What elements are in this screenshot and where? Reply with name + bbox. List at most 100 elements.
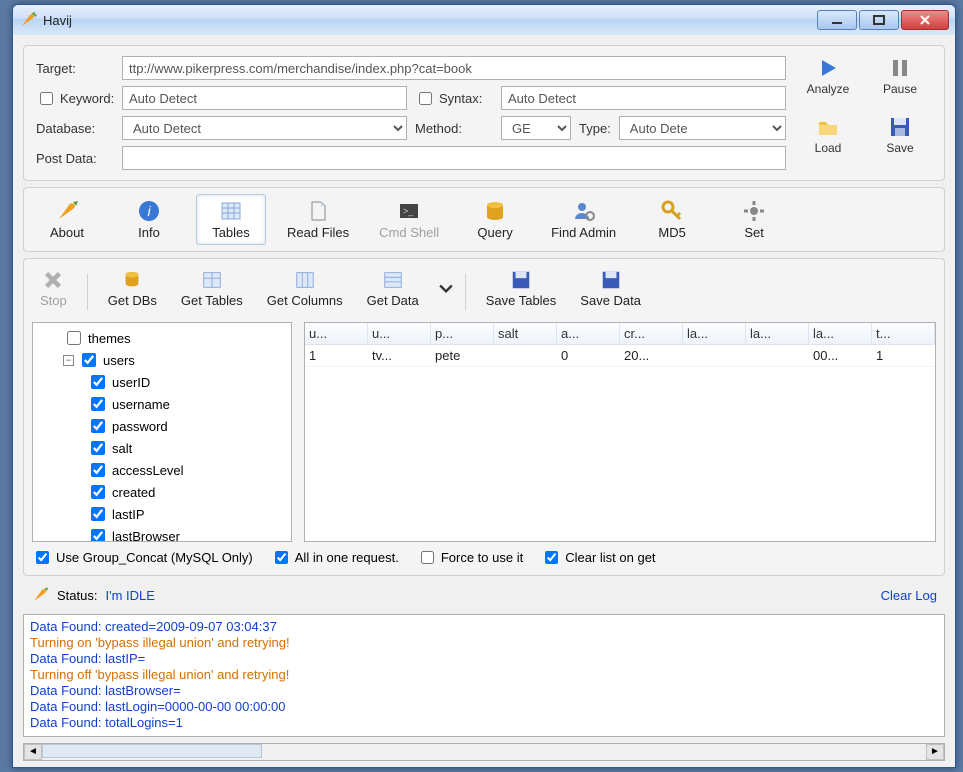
- type-select[interactable]: Auto Dete: [619, 116, 786, 140]
- grid-row[interactable]: 1tv...pete020...00...1: [305, 345, 935, 367]
- close-button[interactable]: [901, 10, 949, 30]
- gear-icon: [742, 199, 766, 223]
- tab-settings[interactable]: Set: [719, 194, 789, 245]
- target-input[interactable]: [122, 56, 786, 80]
- tree-col[interactable]: accessLevel: [35, 459, 289, 481]
- scroll-track[interactable]: [42, 744, 926, 760]
- gettables-button[interactable]: Get Tables: [173, 267, 251, 310]
- savedata-button[interactable]: Save Data: [572, 267, 649, 310]
- floppy3-icon: [600, 269, 622, 291]
- tab-about[interactable]: About: [32, 194, 102, 245]
- database-select[interactable]: Auto Detect: [122, 116, 407, 140]
- scroll-right-button[interactable]: ►: [926, 744, 944, 760]
- method-label: Method:: [415, 121, 493, 136]
- tree-col[interactable]: password: [35, 415, 289, 437]
- work-area: themes −users userID username password s…: [32, 322, 936, 542]
- load-button[interactable]: Load: [796, 115, 860, 155]
- file-icon: [306, 199, 330, 223]
- syntax-input[interactable]: [501, 86, 786, 110]
- tree-col[interactable]: lastIP: [35, 503, 289, 525]
- tab-query[interactable]: Query: [460, 194, 530, 245]
- stop-button[interactable]: Stop: [32, 267, 75, 310]
- options-row: Use Group_Concat (MySQL Only) All in one…: [32, 548, 936, 567]
- x-icon: [42, 269, 64, 291]
- play-icon: [816, 56, 840, 80]
- getcolumns-button[interactable]: Get Columns: [259, 267, 351, 310]
- grid-header[interactable]: u...u...p...salta...cr...la...la...la...…: [305, 323, 935, 345]
- maximize-button[interactable]: [859, 10, 899, 30]
- getdata-button[interactable]: Get Data: [359, 267, 427, 310]
- tables-icon: [219, 199, 243, 223]
- floppy-icon: [888, 115, 912, 139]
- method-select[interactable]: GE: [501, 116, 571, 140]
- force-check[interactable]: Force to use it: [417, 548, 523, 567]
- carrot2-icon: [31, 586, 49, 604]
- user-search-icon: [572, 199, 596, 223]
- svg-text:>_: >_: [403, 206, 414, 216]
- allinone-check[interactable]: All in one request.: [271, 548, 399, 567]
- keyword-input[interactable]: [122, 86, 407, 110]
- tree-col[interactable]: lastBrowser: [35, 525, 289, 542]
- tree-node-themes[interactable]: themes: [35, 327, 289, 349]
- postdata-label: Post Data:: [36, 151, 114, 166]
- keyword-check[interactable]: Keyword:: [36, 89, 114, 108]
- horizontal-scrollbar[interactable]: ◄ ►: [23, 743, 945, 761]
- app-window: Havij Target: Keyword: Syntax: Database:…: [12, 4, 956, 768]
- tree-col[interactable]: userID: [35, 371, 289, 393]
- columns-icon: [294, 269, 316, 291]
- type-label: Type:: [579, 121, 611, 136]
- terminal-icon: >_: [397, 199, 421, 223]
- data-icon: [382, 269, 404, 291]
- target-panel: Target: Keyword: Syntax: Database: Auto …: [23, 45, 945, 181]
- tree-col[interactable]: salt: [35, 437, 289, 459]
- getdbs-button[interactable]: Get DBs: [100, 267, 165, 310]
- clear-log-link[interactable]: Clear Log: [881, 588, 937, 603]
- window-buttons: [817, 10, 949, 30]
- tab-findadmin[interactable]: Find Admin: [542, 194, 625, 245]
- database-label: Database:: [36, 121, 114, 136]
- tab-readfiles[interactable]: Read Files: [278, 194, 358, 245]
- tab-md5[interactable]: MD5: [637, 194, 707, 245]
- main-toolbar: About iInfo Tables Read Files >_Cmd Shel…: [23, 187, 945, 252]
- db-icon: [483, 199, 507, 223]
- tree-node-users[interactable]: −users: [35, 349, 289, 371]
- postdata-input[interactable]: [122, 146, 786, 170]
- dropdown-icon[interactable]: [439, 284, 453, 294]
- data-grid[interactable]: u...u...p...salta...cr...la...la...la...…: [304, 322, 936, 542]
- info-icon: i: [137, 199, 161, 223]
- syntax-check[interactable]: Syntax:: [415, 89, 493, 108]
- db-stack-icon: [121, 269, 143, 291]
- tree-col[interactable]: username: [35, 393, 289, 415]
- analyze-button[interactable]: Analyze: [796, 56, 860, 96]
- scroll-left-button[interactable]: ◄: [24, 744, 42, 760]
- pause-button[interactable]: Pause: [868, 56, 932, 96]
- action-bar: Stop Get DBs Get Tables Get Columns Get …: [32, 267, 936, 316]
- tree-col[interactable]: created: [35, 481, 289, 503]
- titlebar[interactable]: Havij: [13, 5, 955, 35]
- tables-panel: Stop Get DBs Get Tables Get Columns Get …: [23, 258, 945, 576]
- content: Target: Keyword: Syntax: Database: Auto …: [13, 35, 955, 767]
- window-title: Havij: [43, 13, 817, 28]
- minimize-button[interactable]: [817, 10, 857, 30]
- app-icon: [19, 11, 37, 29]
- target-label: Target:: [36, 61, 114, 76]
- collapse-icon[interactable]: −: [63, 355, 74, 366]
- carrot-icon: [55, 199, 79, 223]
- status-label: Status:: [57, 588, 97, 603]
- status-row: Status: I'm IDLE Clear Log: [23, 582, 945, 608]
- tab-tables[interactable]: Tables: [196, 194, 266, 245]
- save-button[interactable]: Save: [868, 115, 932, 155]
- floppy2-icon: [510, 269, 532, 291]
- table2-icon: [201, 269, 223, 291]
- tab-info[interactable]: iInfo: [114, 194, 184, 245]
- tree-view[interactable]: themes −users userID username password s…: [32, 322, 292, 542]
- log-output[interactable]: Data Found: created=2009-09-07 03:04:37 …: [23, 614, 945, 737]
- savetables-button[interactable]: Save Tables: [478, 267, 565, 310]
- pause-icon: [888, 56, 912, 80]
- groupconcat-check[interactable]: Use Group_Concat (MySQL Only): [32, 548, 253, 567]
- tab-cmdshell[interactable]: >_Cmd Shell: [370, 194, 448, 245]
- status-value: I'm IDLE: [105, 588, 154, 603]
- key-icon: [660, 199, 684, 223]
- scroll-thumb[interactable]: [42, 744, 262, 758]
- clearlist-check[interactable]: Clear list on get: [541, 548, 655, 567]
